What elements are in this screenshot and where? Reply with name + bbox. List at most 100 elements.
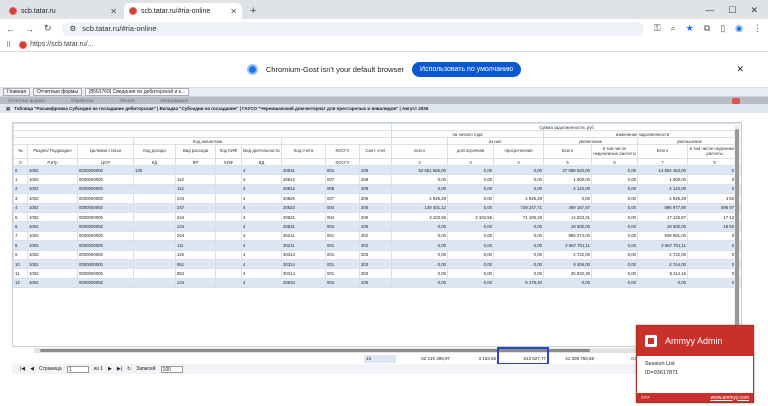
table-cell[interactable]: 4 744,00 (637, 258, 689, 270)
table-cell[interactable]: 0,00 (447, 230, 495, 242)
table-cell[interactable]: 4 (241, 230, 282, 242)
table-cell[interactable]: 0,00 (493, 221, 545, 232)
table-cell[interactable]: 0,00 (493, 230, 545, 242)
close-tab-icon[interactable]: ✕ (230, 7, 237, 16)
table-cell[interactable]: 4 (241, 164, 282, 176)
table-cell[interactable]: 244 (175, 230, 216, 242)
table-cell[interactable]: 5 (13, 211, 28, 223)
column-header[interactable]: Вид деятельности (241, 144, 282, 159)
table-row[interactable]: 3 1002 0000000000 244 4 20826 007 206 4 925,29 0,… (13, 193, 741, 204)
table-cell[interactable]: 0,00 (391, 221, 449, 232)
table-cell[interactable]: 0,00 (591, 258, 639, 270)
table-cell[interactable]: 0000000000 (77, 240, 134, 251)
table-row[interactable]: 8 1002 0000000000 111 4 30211 001 302 0,00 0,00 0,… (13, 240, 741, 251)
table-cell[interactable]: 4 925,29 (637, 193, 689, 204)
menu-item[interactable]: Обработка (71, 98, 94, 103)
data-grid[interactable]: Сумма задолженности, руб на начало года и… (12, 122, 742, 347)
close-window-icon[interactable]: ✕ (750, 5, 758, 16)
table-cell[interactable]: 4 (241, 193, 282, 204)
table-cell[interactable]: 0,00 (591, 202, 639, 213)
minimize-icon[interactable]: — (705, 5, 714, 16)
table-cell[interactable]: 3 (13, 193, 28, 204)
table-cell[interactable]: 0,00 (543, 193, 593, 204)
table-cell[interactable]: 25 932,30 (543, 268, 593, 279)
table-cell[interactable]: 0,00 (591, 277, 639, 289)
table-cell[interactable] (133, 193, 176, 204)
table-row[interactable]: 1 1002 0000000000 112 4 20812 007 208 0,00 0,00 0,… (13, 174, 741, 185)
table-cell[interactable]: 0,00 (447, 277, 495, 289)
table-cell[interactable]: 0,00 (591, 249, 639, 260)
forward-icon[interactable]: → (25, 24, 34, 34)
table-cell[interactable]: 0,00 (493, 183, 545, 195)
table-cell[interactable]: 247 (175, 202, 216, 213)
table-cell[interactable]: 4 (241, 277, 282, 289)
table-cell[interactable]: 20826 (281, 193, 326, 204)
table-cell[interactable] (133, 211, 176, 223)
table-cell[interactable]: 0,00 (493, 174, 545, 185)
table-cell[interactable]: 0000000000 (77, 268, 134, 279)
table-cell[interactable]: 0,00 (391, 258, 449, 270)
url-field[interactable]: ⚙ scb.tatar.ru/#ria-online (61, 21, 644, 36)
table-row[interactable]: 6 1002 0000000000 244 4 20631 004 206 0,00 0,00 0,… (13, 221, 741, 232)
table-cell[interactable]: 302 (358, 230, 393, 242)
table-cell[interactable]: 1 (13, 174, 28, 185)
table-cell[interactable]: 4 142,00 (637, 183, 689, 195)
new-tab-icon[interactable]: + (244, 5, 262, 19)
table-cell[interactable]: 11 (13, 268, 28, 279)
sidepanel-icon[interactable]: ▯ (720, 23, 725, 34)
column-header[interactable]: долгосрочная (447, 144, 495, 159)
horizontal-scrollbar[interactable] (34, 348, 732, 353)
column-header[interactable]: просроченная (493, 144, 545, 159)
close-tab-icon[interactable]: ✕ (110, 7, 117, 16)
table-cell[interactable]: 004 (325, 211, 360, 223)
table-cell[interactable]: 1002 (27, 268, 78, 279)
table-cell[interactable]: 4 925,29 (391, 193, 449, 204)
column-header[interactable]: Код КИФ (215, 144, 242, 159)
column-header[interactable]: КОСГУ (325, 144, 360, 159)
table-cell[interactable]: 3 103,56 (447, 211, 495, 223)
table-row[interactable]: 11 1002 0000000000 852 4 30314 001 303 0,00 0,00 0… (13, 268, 741, 279)
table-cell[interactable]: 995 274,00 (543, 230, 593, 242)
table-cell[interactable]: 1002 (27, 240, 78, 251)
table-cell[interactable]: 0,00 (493, 240, 545, 251)
table-cell[interactable]: 4 (241, 211, 282, 223)
table-cell[interactable]: 111 (175, 240, 216, 251)
table-cell[interactable]: 4 (13, 202, 28, 213)
table-cell[interactable]: 0,00 (447, 249, 495, 260)
table-cell[interactable]: 130 (133, 164, 176, 176)
table-cell[interactable] (215, 277, 242, 289)
table-cell[interactable]: 0,00 (493, 164, 545, 176)
table-cell[interactable]: 851 (175, 258, 216, 270)
table-cell[interactable]: 1002 (27, 221, 78, 232)
table-cell[interactable]: 52 061 665,00 (391, 164, 449, 176)
table-cell[interactable]: 149 401,12 (391, 202, 449, 213)
table-cell[interactable]: 1002 (27, 249, 78, 260)
ammyy-link[interactable]: www.ammyy.com (710, 395, 749, 401)
column-header[interactable]: Всего (543, 144, 593, 159)
table-cell[interactable]: 30314 (281, 249, 326, 260)
ammyy-admin-window[interactable]: Ammyy Admin Session List ID=93617871 >>>… (636, 325, 754, 403)
table-cell[interactable]: 0,00 (391, 183, 449, 195)
back-icon[interactable]: ← (6, 24, 15, 34)
table-cell[interactable] (215, 183, 242, 195)
table-cell[interactable]: 4 (241, 268, 282, 279)
table-cell[interactable]: 0,00 (391, 240, 449, 251)
table-cell[interactable]: 20812 (281, 183, 326, 195)
table-cell[interactable]: 0,00 (391, 277, 449, 289)
table-cell[interactable]: 303 (358, 249, 393, 260)
browser-tab-2[interactable]: scb.tatar.ru/#ria-online ✕ (124, 3, 242, 19)
extensions-icon[interactable]: ⧉ (704, 23, 710, 34)
table-cell[interactable]: 4 925,29 (493, 193, 545, 204)
table-cell[interactable]: 004 (325, 202, 360, 213)
column-header[interactable]: Код дохода (133, 144, 176, 159)
table-cell[interactable]: 0,00 (447, 193, 495, 204)
table-cell[interactable]: 303 (358, 268, 393, 279)
table-cell[interactable]: 2 722,00 (637, 249, 689, 260)
table-cell[interactable]: 0000000000 (77, 258, 134, 270)
table-cell[interactable] (133, 277, 176, 289)
key-icon[interactable]: ⚿ (654, 23, 661, 34)
table-row[interactable]: 0 1002 0000000000 130 4 20531 001 205 52 061 665… (13, 164, 741, 176)
table-cell[interactable]: 9 406,00 (543, 258, 593, 270)
table-cell[interactable]: 14 804 453,00 (637, 164, 689, 176)
table-row[interactable]: 4 1002 0000000000 247 4 20623 004 206 149 401,12… (13, 202, 741, 213)
